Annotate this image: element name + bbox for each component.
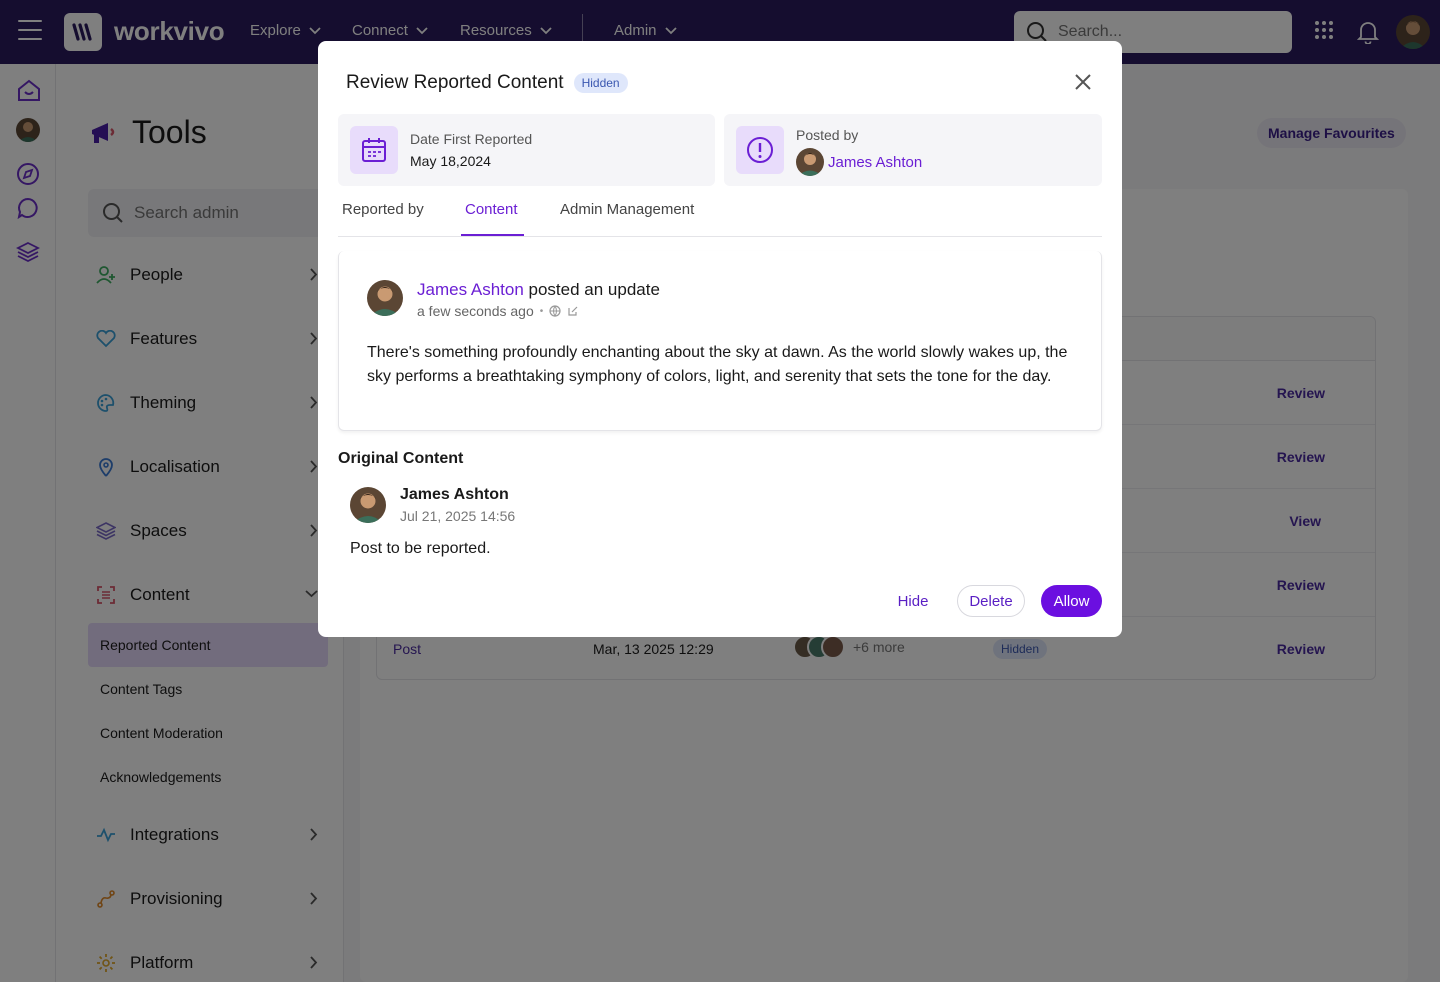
avatar[interactable] xyxy=(350,487,386,523)
tab-admin-management[interactable]: Admin Management xyxy=(560,201,694,237)
original-body: Post to be reported. xyxy=(350,540,491,557)
post-action-text: posted an update xyxy=(528,280,660,299)
date-reported-value: May 18,2024 xyxy=(410,153,491,169)
post-author-link[interactable]: James Ashton xyxy=(417,280,524,299)
meta-separator: • xyxy=(539,305,544,317)
close-icon[interactable] xyxy=(1072,71,1094,93)
tab-content[interactable]: Content xyxy=(465,201,518,237)
alert-circle-icon xyxy=(736,126,784,174)
modal-title: Review Reported Content Hidden xyxy=(346,72,628,94)
avatar[interactable] xyxy=(367,280,403,316)
post-meta: a few seconds ago • xyxy=(417,303,579,319)
reported-post-card: James Ashton posted an update a few seco… xyxy=(338,251,1102,431)
hide-button[interactable]: Hide xyxy=(888,585,938,617)
allow-button[interactable]: Allow xyxy=(1041,585,1102,617)
edit-icon xyxy=(568,306,578,316)
modal-tabs: Reported by Content Admin Management xyxy=(338,188,1102,237)
active-tab-indicator xyxy=(461,234,524,236)
tab-reported-by[interactable]: Reported by xyxy=(342,201,424,237)
avatar xyxy=(796,148,824,176)
status-badge: Hidden xyxy=(573,73,628,93)
post-headline: James Ashton posted an update xyxy=(417,280,660,300)
original-date: Jul 21, 2025 14:56 xyxy=(400,508,516,524)
original-author: James Ashton xyxy=(400,486,509,503)
post-time: a few seconds ago xyxy=(417,303,534,319)
posted-by-user[interactable]: James Ashton xyxy=(796,148,922,176)
posted-by-card: Posted by James Ashton xyxy=(724,114,1102,186)
date-reported-label: Date First Reported xyxy=(410,131,533,147)
globe-icon xyxy=(549,305,561,317)
modal-title-text: Review Reported Content xyxy=(346,72,564,93)
posted-by-name: James Ashton xyxy=(828,153,923,171)
calendar-icon xyxy=(350,126,398,174)
review-reported-content-modal: Review Reported Content Hidden Date Firs… xyxy=(318,41,1122,637)
delete-button[interactable]: Delete xyxy=(957,585,1025,617)
post-body: There's something profoundly enchanting … xyxy=(367,344,1068,385)
date-reported-card: Date First Reported May 18,2024 xyxy=(338,114,715,186)
original-content-heading: Original Content xyxy=(338,450,464,467)
posted-by-label: Posted by xyxy=(796,127,859,143)
